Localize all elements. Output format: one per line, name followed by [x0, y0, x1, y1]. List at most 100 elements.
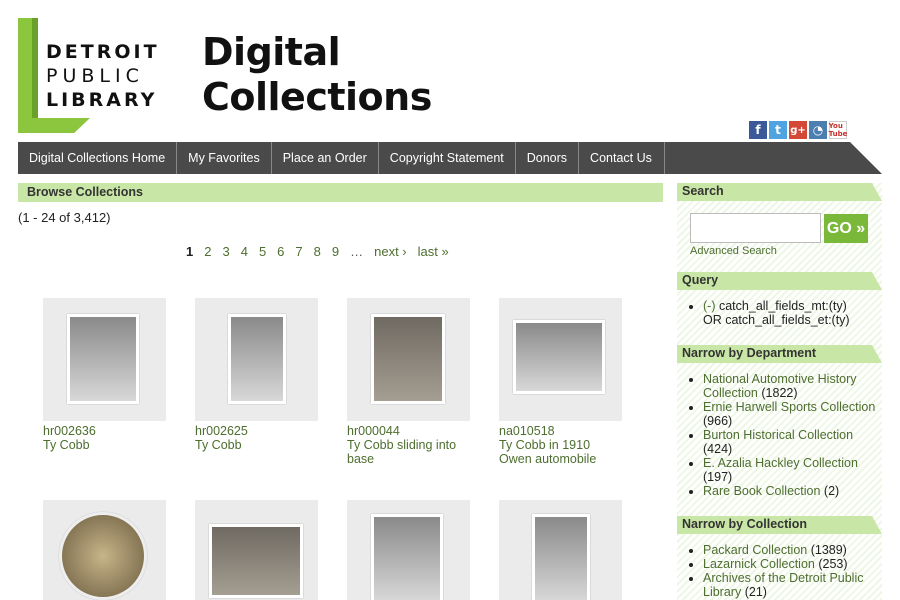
department-item: Burton Historical Collection (424)	[703, 428, 882, 456]
search-heading: Search	[677, 183, 882, 201]
department-item: Rare Book Collection (2)	[703, 484, 882, 498]
collection-item: Archives of the Detroit Public Library (…	[703, 571, 882, 599]
result-id-link[interactable]: hr002625	[195, 424, 318, 438]
department-link[interactable]: Ernie Harwell Sports Collection	[703, 400, 875, 414]
youtube-icon[interactable]: You Tube	[829, 121, 847, 139]
page-link[interactable]: 6	[277, 244, 284, 259]
detroit-public-library-logo[interactable]: DETROIT PUBLIC LIBRARY	[18, 18, 168, 136]
query-heading: Query	[677, 272, 882, 290]
page-link[interactable]: 2	[204, 244, 211, 259]
result-item	[43, 500, 166, 600]
photo-image	[513, 320, 605, 394]
nav-place-an-order[interactable]: Place an Order	[272, 142, 379, 174]
result-item	[347, 500, 470, 600]
social-links: f t g+ ◔ You Tube	[749, 121, 847, 139]
department-section: Narrow by Department National Automotive…	[677, 345, 882, 498]
logo-line-3: LIBRARY	[46, 89, 158, 111]
query-section: Query (-) catch_all_fields_mt:(ty) OR ca…	[677, 272, 882, 327]
page-link[interactable]: 7	[295, 244, 302, 259]
result-id-link[interactable]: hr000044	[347, 424, 470, 438]
department-count: (197)	[703, 470, 733, 484]
page-link[interactable]: 3	[222, 244, 229, 259]
collection-item: Lazarnick Collection (253)	[703, 557, 882, 571]
department-link[interactable]: Burton Historical Collection	[703, 428, 853, 442]
logo-line-2: PUBLIC	[46, 65, 144, 87]
photo-image	[532, 514, 590, 600]
department-heading: Narrow by Department	[677, 345, 882, 363]
twitter-icon[interactable]: t	[769, 121, 787, 139]
nav-my-favorites[interactable]: My Favorites	[177, 142, 272, 174]
result-thumbnail[interactable]	[347, 500, 470, 600]
page-last-link[interactable]: last »	[418, 244, 449, 259]
rss-icon[interactable]: ◔	[809, 121, 827, 139]
page-link[interactable]: 8	[314, 244, 321, 259]
advanced-search-link[interactable]: Advanced Search	[690, 245, 777, 257]
search-go-button[interactable]: GO »	[824, 214, 868, 243]
photo-image	[209, 524, 303, 598]
page-ellipsis: …	[350, 244, 364, 259]
result-id-link[interactable]: na010518	[499, 424, 622, 438]
result-item: hr002625 Ty Cobb	[195, 298, 318, 452]
collection-link[interactable]: Packard Collection	[703, 543, 807, 557]
department-item: Ernie Harwell Sports Collection (966)	[703, 400, 882, 428]
department-count: (2)	[823, 484, 840, 498]
nav-donors[interactable]: Donors	[516, 142, 580, 174]
result-count: (1 - 24 of 3,412)	[18, 210, 111, 225]
collection-count: (1389)	[810, 543, 847, 557]
site-title-line-1: Digital	[202, 30, 341, 74]
result-title-link[interactable]: Ty Cobb	[195, 438, 318, 452]
result-thumbnail[interactable]	[195, 298, 318, 421]
search-input[interactable]	[690, 213, 821, 243]
page-link[interactable]: 4	[241, 244, 248, 259]
collection-link[interactable]: Archives of the Detroit Public Library	[703, 571, 864, 599]
collection-count: (253)	[818, 557, 848, 571]
google-plus-icon[interactable]: g+	[789, 121, 807, 139]
photo-image	[59, 512, 147, 600]
department-item: E. Azalia Hackley Collection (197)	[703, 456, 882, 484]
result-thumbnail[interactable]	[347, 298, 470, 421]
query-item: (-) catch_all_fields_mt:(ty) OR catch_al…	[703, 299, 882, 327]
page-link[interactable]: 9	[332, 244, 339, 259]
photo-image	[228, 314, 286, 404]
logo-line-1: DETROIT	[46, 41, 160, 63]
query-remove-link[interactable]: (-)	[703, 299, 716, 313]
logo-bar	[18, 18, 32, 133]
logo-text: DETROIT PUBLIC LIBRARY	[46, 40, 160, 112]
nav-digital-collections-home[interactable]: Digital Collections Home	[18, 142, 178, 174]
site-header: DETROIT PUBLIC LIBRARY Digital Collectio…	[0, 0, 900, 142]
collection-count: (21)	[744, 585, 767, 599]
query-text-1: catch_all_fields_mt:(ty)	[718, 299, 847, 313]
result-title-link[interactable]: Ty Cobb sliding into base	[347, 438, 470, 466]
collection-section: Narrow by Collection Packard Collection …	[677, 516, 882, 599]
result-title-link[interactable]: Ty Cobb in 1910 Owen automobile	[499, 438, 622, 466]
result-id-link[interactable]: hr002636	[43, 424, 166, 438]
page-current: 1	[186, 244, 194, 259]
department-count: (966)	[703, 414, 733, 428]
page-link[interactable]: 5	[259, 244, 266, 259]
result-item	[499, 500, 622, 600]
result-thumbnail[interactable]	[195, 500, 318, 600]
facebook-icon[interactable]: f	[749, 121, 767, 139]
result-thumbnail[interactable]	[43, 298, 166, 421]
department-item: National Automotive History Collection (…	[703, 372, 882, 400]
result-item: na010518 Ty Cobb in 1910 Owen automobile	[499, 298, 622, 466]
nav-copyright-statement[interactable]: Copyright Statement	[379, 142, 516, 174]
result-thumbnail[interactable]	[499, 298, 622, 421]
result-thumbnail[interactable]	[499, 500, 622, 600]
collection-link[interactable]: Lazarnick Collection	[703, 557, 815, 571]
result-title-link[interactable]: Ty Cobb	[43, 438, 166, 452]
collection-item: Packard Collection (1389)	[703, 543, 882, 557]
page-next-link[interactable]: next ›	[374, 244, 407, 259]
photo-image	[67, 314, 139, 404]
main-navigation: Digital Collections Home My Favorites Pl…	[18, 142, 882, 174]
site-title[interactable]: Digital Collections	[202, 30, 432, 120]
department-count: (424)	[703, 442, 733, 456]
nav-contact-us[interactable]: Contact Us	[579, 142, 665, 174]
photo-image	[371, 514, 443, 600]
browse-collections-heading: Browse Collections	[18, 183, 663, 202]
result-thumbnail[interactable]	[43, 500, 166, 600]
department-link[interactable]: E. Azalia Hackley Collection	[703, 456, 858, 470]
result-item: hr002636 Ty Cobb	[43, 298, 166, 452]
department-link[interactable]: Rare Book Collection	[703, 484, 820, 498]
site-title-line-2: Collections	[202, 75, 432, 119]
